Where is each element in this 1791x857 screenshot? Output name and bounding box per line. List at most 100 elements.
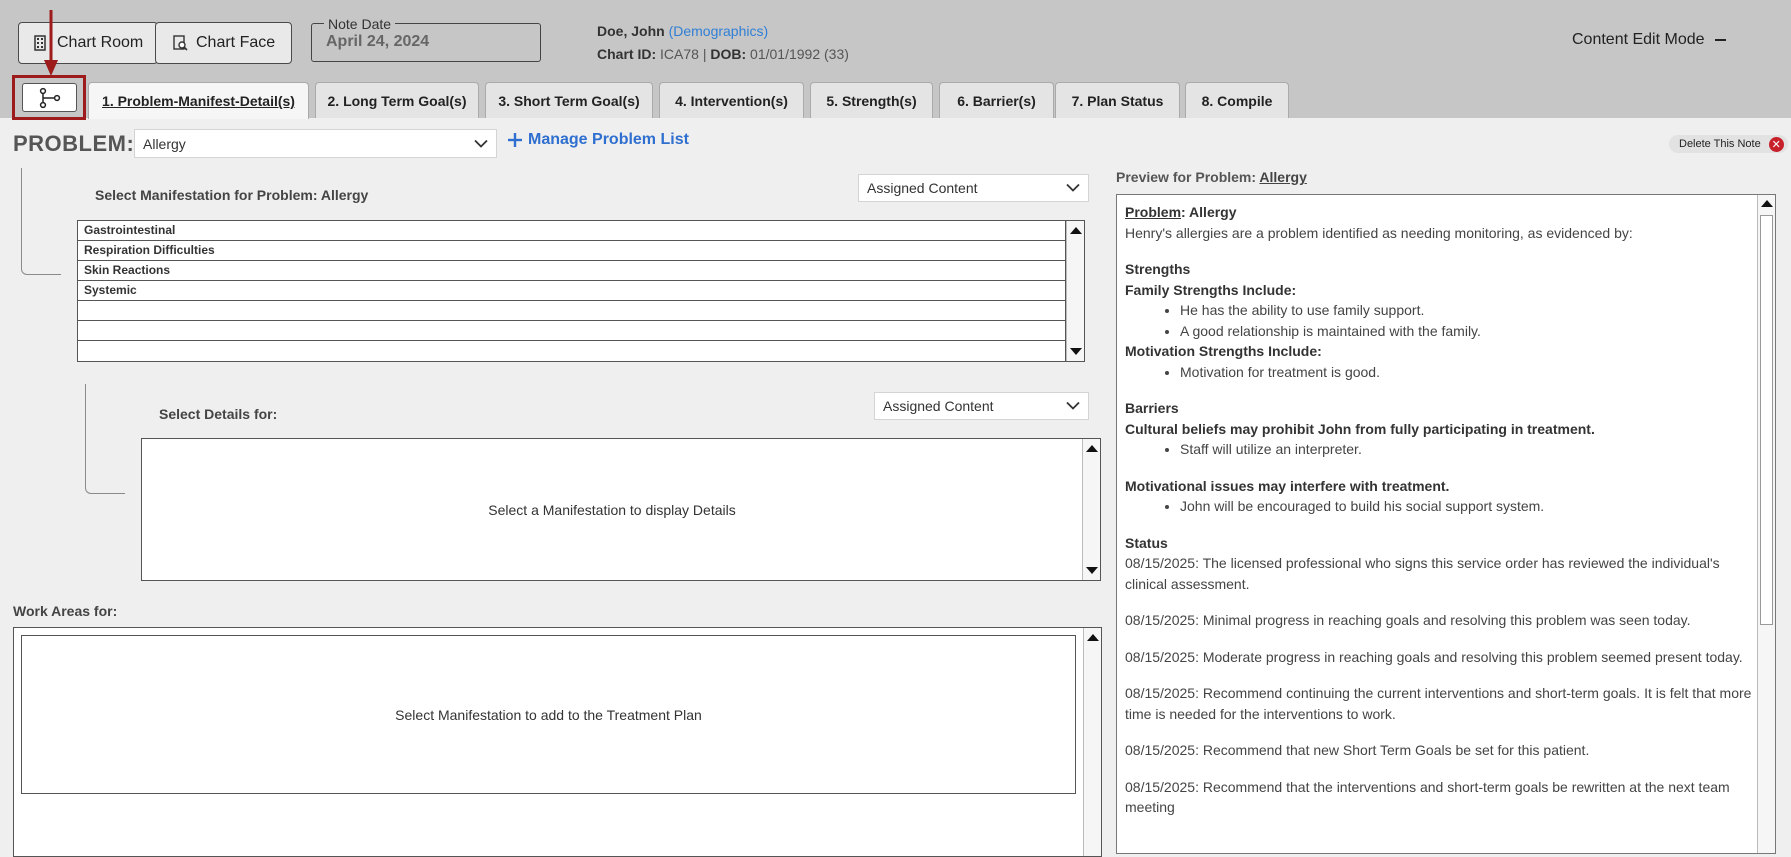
barriers-heading: Barriers [1125,400,1179,416]
delete-note-label: Delete This Note [1679,138,1761,150]
tab-barriers[interactable]: 6. Barrier(s) [939,82,1054,118]
barrier-item: Staff will utilize an interpreter. [1180,439,1757,460]
family-strength-item: He has the ability to use family support… [1180,300,1757,321]
scroll-up-icon[interactable] [1087,634,1099,641]
scroll-down-icon[interactable] [1070,348,1082,355]
scroll-up-icon[interactable] [1086,445,1098,452]
dob-label: DOB: [710,46,747,62]
details-scrollbar[interactable] [1082,439,1100,580]
preview-scrollbar[interactable] [1757,195,1775,853]
preview-problem-value: : Allergy [1181,204,1237,220]
work-areas-scrollbar[interactable] [1083,628,1101,856]
tab-problem-manifest-details[interactable]: 1. Problem-Manifest-Detail(s) [88,82,309,119]
manifestation-list[interactable]: Gastrointestinal Respiration Difficultie… [77,220,1085,362]
manage-problem-list-link[interactable]: Manage Problem List [508,131,689,149]
tree-connector [21,168,61,275]
manifestation-filter-value: Assigned Content [867,180,978,196]
manifestation-scrollbar[interactable] [1066,221,1084,361]
tab-label: 3. Short Term Goal(s) [498,92,640,109]
status-item: 08/15/2025: Recommend continuing the cur… [1125,685,1752,722]
chart-id-label: Chart ID: [597,46,657,62]
workflow-tree-button[interactable] [12,75,86,120]
note-date-field[interactable]: Note Date April 24, 2024 [311,16,541,62]
tab-long-term-goals[interactable]: 2. Long Term Goal(s) [315,82,479,118]
preview-content: Problem: Allergy Henry's allergies are a… [1125,202,1757,818]
preview-title: Preview for Problem: Allergy [1116,169,1307,185]
chart-room-label: Chart Room [57,34,144,51]
tab-strengths[interactable]: 5. Strength(s) [810,82,933,118]
tree-connector [85,384,125,494]
list-item[interactable] [78,301,1066,321]
patient-info: Doe, John (Demographics) Chart ID: ICA78… [597,20,849,66]
tab-compile[interactable]: 8. Compile [1185,82,1289,118]
barrier-item: John will be encouraged to build his soc… [1180,496,1757,517]
motivation-strength-item: Motivation for treatment is good. [1180,362,1757,383]
manifestation-title: Select Manifestation for Problem: Allerg… [95,187,369,203]
problem-select-value: Allergy [143,135,186,152]
tab-short-term-goals[interactable]: 3. Short Term Goal(s) [485,82,653,118]
chart-search-icon [173,35,188,51]
family-strengths-heading: Family Strengths Include: [1125,281,1297,298]
scroll-up-icon[interactable] [1761,200,1773,207]
list-item[interactable]: Respiration Difficulties [78,241,1066,261]
scroll-thumb[interactable] [1760,215,1773,625]
details-title: Select Details for: [159,406,278,422]
list-item[interactable]: Gastrointestinal [78,221,1066,241]
tab-label: 8. Compile [1201,92,1273,109]
status-item: 08/15/2025: Moderate progress in reachin… [1125,648,1743,665]
problem-row: PROBLEM: [13,128,134,160]
tab-label: 1. Problem-Manifest-Detail(s) [102,93,295,109]
chart-face-button[interactable]: Chart Face [155,22,293,64]
close-icon: ✕ [1768,136,1784,152]
tab-plan-status[interactable]: 7. Plan Status [1055,82,1180,118]
preview-title-problem: Allergy [1259,169,1307,185]
separator: | [702,46,707,62]
preview-title-prefix: Preview for Problem: [1116,169,1257,185]
down-arrow-icon [44,10,58,76]
status-item: 08/15/2025: The licensed professional wh… [1125,555,1720,592]
preview-panel[interactable]: Problem: Allergy Henry's allergies are a… [1116,194,1776,854]
tab-label: 7. Plan Status [1071,92,1164,109]
branch-icon [39,87,60,108]
problem-select[interactable]: Allergy [134,129,497,158]
status-item: 08/15/2025: Recommend that the intervent… [1125,778,1730,816]
demographics-link[interactable]: (Demographics) [669,23,769,39]
preview-intro: Henry's allergies are a problem identifi… [1125,224,1633,241]
list-item[interactable] [78,321,1066,341]
scroll-down-icon[interactable] [1086,567,1098,574]
chevron-down-icon [474,139,488,148]
list-item[interactable]: Skin Reactions [78,261,1066,281]
patient-name: Doe, John [597,23,665,39]
tab-label: 2. Long Term Goal(s) [327,92,467,109]
workflow-tree-inner [22,83,77,112]
manage-problem-list-label: Manage Problem List [528,131,689,148]
scroll-up-icon[interactable] [1070,227,1082,234]
details-panel[interactable]: Select a Manifestation to display Detail… [141,438,1101,581]
details-filter-select[interactable]: Assigned Content [874,392,1089,420]
work-areas-title: Work Areas for: [13,603,118,619]
delete-note-button[interactable]: Delete This Note ✕ [1669,135,1788,153]
dob-value: 01/01/1992 (33) [750,46,849,62]
work-areas-panel[interactable]: Select Manifestation to add to the Treat… [13,627,1102,857]
note-date-value: April 24, 2024 [326,33,430,50]
barrier-heading: Motivational issues may interfere with t… [1125,477,1450,494]
chart-room-button[interactable]: Chart Room [18,22,159,64]
note-date-label: Note Date [324,16,396,32]
list-item[interactable] [78,341,1066,361]
details-empty-message: Select a Manifestation to display Detail… [488,501,736,518]
manifestation-filter-select[interactable]: Assigned Content [858,174,1089,202]
details-filter-value: Assigned Content [883,398,994,414]
chevron-down-icon [1066,183,1080,192]
status-heading: Status [1125,534,1168,551]
status-item: 08/15/2025: Minimal progress in reaching… [1125,612,1691,628]
plus-icon [508,133,522,147]
family-strength-item: A good relationship is maintained with t… [1180,321,1757,342]
tab-label: 6. Barrier(s) [957,92,1036,109]
list-item[interactable]: Systemic [78,281,1066,301]
content-edit-mode-toggle[interactable]: Content Edit Mode [1572,31,1726,49]
work-areas-inner: Select Manifestation to add to the Treat… [21,635,1076,794]
strengths-heading: Strengths [1125,261,1191,277]
chart-face-label: Chart Face [196,34,276,51]
barrier-heading: Cultural beliefs may prohibit John from … [1125,420,1595,437]
tab-interventions[interactable]: 4. Intervention(s) [659,82,804,118]
